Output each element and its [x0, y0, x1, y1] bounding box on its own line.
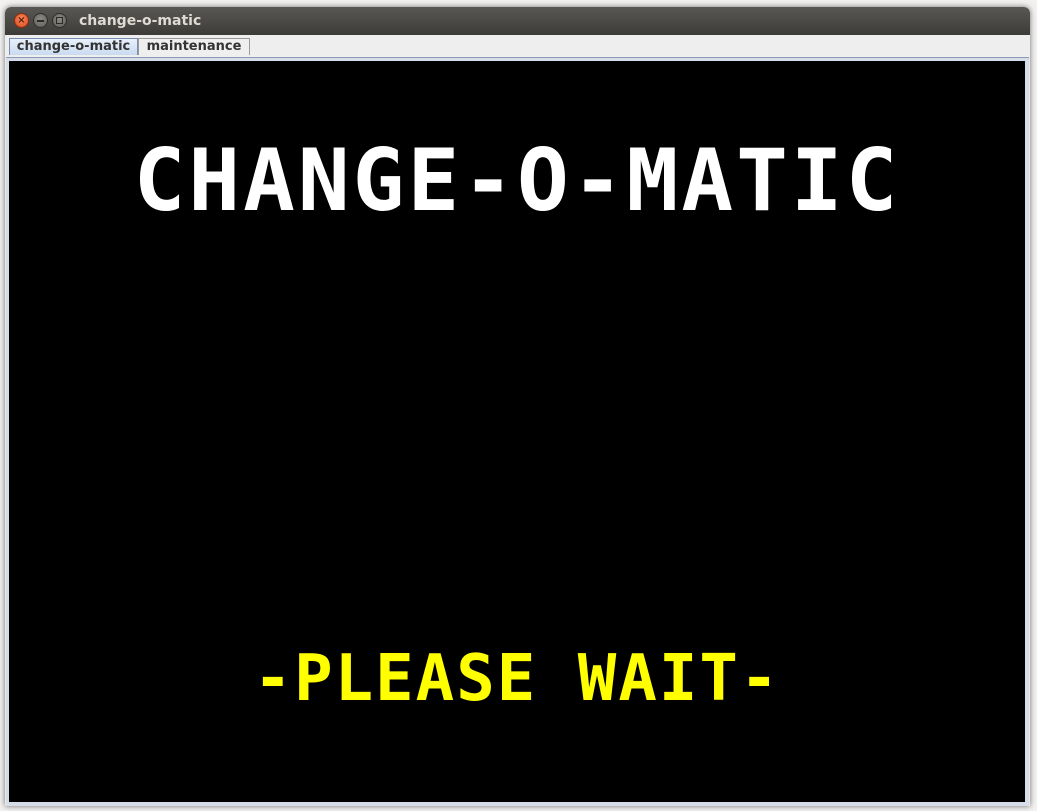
tab-bar: change-o-matic maintenance	[5, 35, 1030, 57]
title-bar[interactable]: × change-o-matic	[5, 7, 1030, 35]
tab-maintenance[interactable]: maintenance	[138, 38, 250, 55]
app-window: × change-o-matic change-o-matic maintena…	[5, 7, 1030, 806]
status-message: -PLEASE WAIT-	[253, 642, 781, 716]
window-title: change-o-matic	[79, 13, 202, 29]
tab-change-o-matic[interactable]: change-o-matic	[9, 38, 138, 55]
maximize-icon[interactable]	[52, 13, 67, 28]
tab-content-frame: CHANGE-O-MATIC -PLEASE WAIT-	[6, 57, 1029, 806]
machine-title: CHANGE-O-MATIC	[133, 131, 901, 231]
machine-display: CHANGE-O-MATIC -PLEASE WAIT-	[9, 61, 1025, 802]
minimize-icon[interactable]	[33, 13, 48, 28]
close-icon[interactable]: ×	[14, 13, 29, 28]
